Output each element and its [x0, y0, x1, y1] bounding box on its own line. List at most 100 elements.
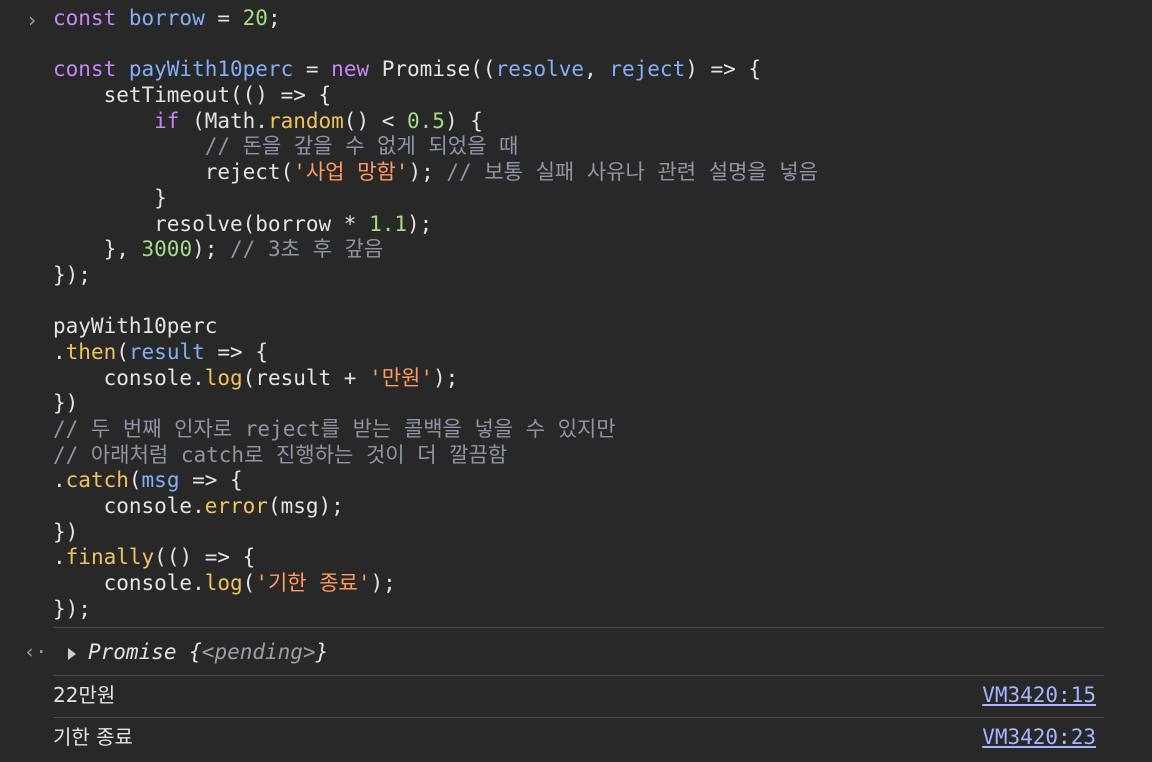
code-line: .catch(msg => { [53, 468, 818, 494]
divider [53, 717, 1104, 718]
log-entry: 22만원 VM3420:15 [0, 679, 1104, 713]
log-entry: 기한 종료 VM3420:23 [0, 721, 1104, 755]
divider [53, 627, 1104, 628]
code-token: ) => { [685, 57, 762, 82]
code-token: // 돈을 갚을 수 없게 되었을 때 [53, 134, 519, 159]
code-token: result [128, 339, 205, 364]
code-token: }); [53, 596, 91, 621]
code-token: msg [141, 468, 180, 493]
code-token: '기한 종료' [255, 571, 371, 596]
code-token: resolve(borrow * [53, 211, 370, 236]
code-token: resolve [495, 57, 585, 82]
code-token: 1.1 [369, 211, 408, 236]
code-token: ); [192, 237, 231, 262]
code-line: }); [53, 597, 818, 623]
code-token: = [204, 6, 243, 30]
code-token: . [53, 339, 66, 364]
code-token: // 보통 실패 사유나 관련 설명을 넣음 [446, 160, 818, 185]
code-token: (msg); [267, 494, 344, 519]
code-token: borrow [128, 6, 205, 30]
triangle-right-icon[interactable] [68, 648, 76, 660]
code-token: 3000 [141, 237, 193, 262]
code-line: payWith10perc [53, 314, 818, 340]
code-token: // 3초 후 갚음 [230, 237, 384, 262]
code-token: // 아래처럼 catch로 진행하는 것이 더 깔끔함 [53, 442, 508, 467]
code-token: }) [53, 391, 79, 416]
code-token: . [53, 545, 66, 570]
code-token: = [293, 57, 332, 82]
code-token: random [267, 108, 344, 133]
console-result-entry: ‹· Promise {<pending>} [0, 637, 1104, 669]
devtools-console: › const borrow = 20; const payWith10perc… [0, 0, 1152, 762]
log-message: 22만원 [53, 683, 116, 707]
code-line: }) [53, 391, 818, 417]
code-token: then [65, 339, 117, 364]
code-token: setTimeout(() => { [53, 83, 332, 108]
promise-close: } [315, 640, 329, 664]
code-token: ; [267, 6, 281, 30]
code-token: ); [407, 211, 433, 236]
code-token: 0.5 [407, 108, 445, 133]
code-token: // 두 번째 인자로 reject를 받는 콜백을 넣을 수 있지만 [53, 417, 616, 441]
code-token: console. [53, 494, 205, 519]
code-block[interactable]: const borrow = 20; const payWith10perc =… [53, 6, 818, 623]
code-line: console.log('기한 종료'); [53, 571, 818, 597]
code-line: .finally(() => { [53, 545, 818, 571]
code-token: (() => { [154, 545, 256, 570]
code-token: , [584, 57, 610, 82]
code-line: console.log(result + '만원'); [53, 366, 818, 392]
code-token: () < [343, 108, 408, 133]
code-token: log [204, 365, 243, 390]
code-token: ) { [444, 108, 483, 133]
code-line: .then(result => { [53, 340, 818, 366]
code-token: => { [179, 468, 243, 493]
code-line: reject('사업 망함'); // 보통 실패 사유나 관련 설명을 넣음 [53, 160, 818, 186]
code-token: ); [370, 571, 396, 596]
code-line: const payWith10perc = new Promise((resol… [53, 57, 818, 83]
code-token: ( [128, 468, 142, 493]
code-token: catch [65, 468, 129, 493]
code-token: console. [53, 365, 205, 390]
code-token: ( [116, 339, 129, 364]
code-token: 20 [242, 6, 268, 30]
code-line: }); [53, 263, 818, 289]
code-line: resolve(borrow * 1.1); [53, 212, 818, 238]
code-token: if [53, 108, 193, 133]
promise-result[interactable]: Promise {<pending>} [88, 639, 328, 665]
code-token: ); [433, 365, 459, 390]
code-line: // 아래처럼 catch로 진행하는 것이 더 깔끔함 [53, 443, 818, 469]
log-message: 기한 종료 [53, 725, 133, 749]
code-token: log [204, 571, 243, 596]
promise-pending: <pending> [201, 640, 316, 664]
code-token: finally [65, 545, 155, 570]
log-source-link[interactable]: VM3420:23 [982, 723, 1096, 751]
code-token: '사업 망함' [293, 160, 409, 185]
code-line: const borrow = 20; [53, 6, 818, 32]
code-line: console.error(msg); [53, 494, 818, 520]
code-token: error [204, 494, 268, 519]
code-token: const [53, 6, 129, 30]
code-token: '만원' [369, 365, 434, 390]
code-token: reject( [53, 160, 294, 185]
code-line: }) [53, 520, 818, 546]
code-token: }, [53, 237, 142, 262]
code-token: } [53, 185, 167, 210]
code-token: new [331, 57, 382, 82]
code-token: => { [204, 339, 268, 364]
code-token: (result + [242, 365, 370, 390]
code-token: payWith10perc [128, 57, 294, 82]
code-token: console. [53, 571, 205, 596]
code-line: setTimeout(() => { [53, 83, 818, 109]
code-token: ( [242, 571, 256, 596]
code-token: Promise(( [381, 57, 496, 82]
code-line: } [53, 186, 818, 212]
code-token: . [53, 468, 66, 493]
code-token: ); [408, 160, 447, 185]
log-source-link[interactable]: VM3420:15 [982, 681, 1096, 709]
code-line: }, 3000); // 3초 후 갚음 [53, 237, 818, 263]
promise-label: Promise { [88, 640, 202, 664]
code-token: }) [53, 519, 79, 544]
code-line: // 두 번째 인자로 reject를 받는 콜백을 넣을 수 있지만 [53, 417, 818, 443]
